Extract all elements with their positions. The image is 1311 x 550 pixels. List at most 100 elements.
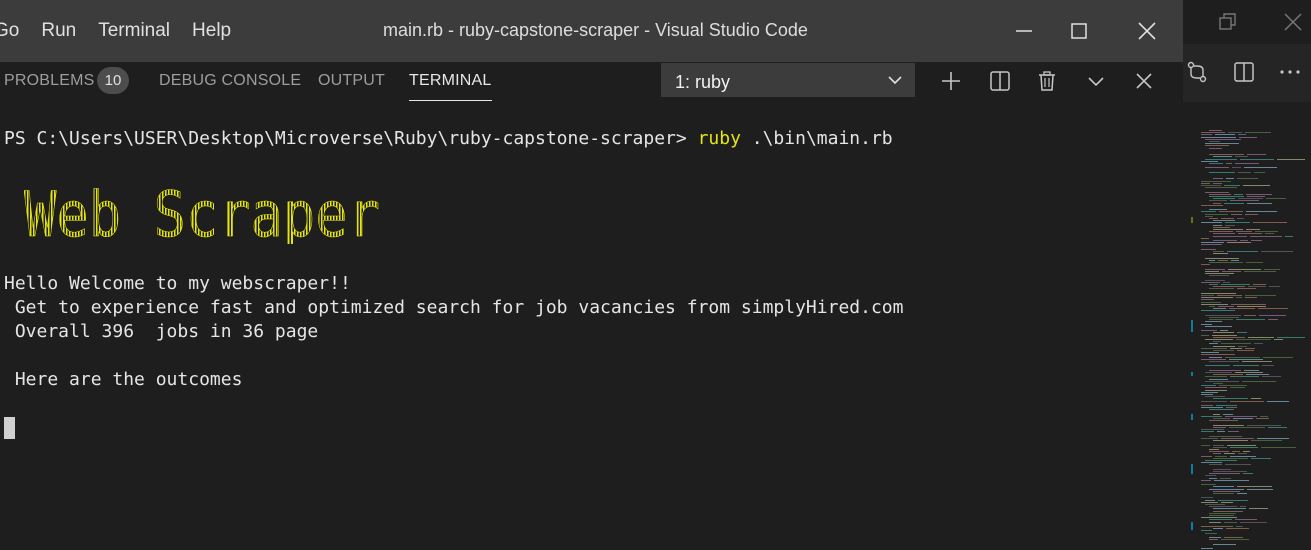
minimap-line (1229, 358, 1263, 360)
minimap-gutter-marker (1191, 372, 1193, 376)
minimap-line (1213, 251, 1224, 252)
minimize-button[interactable] (1001, 12, 1047, 50)
prompt-path: PS C:\Users\USER\Desktop\Microverse\Ruby… (4, 128, 698, 149)
minimap-line (1201, 185, 1221, 186)
minimap-line (1260, 416, 1269, 417)
minimap-line (1284, 235, 1294, 237)
minimap-line (1201, 244, 1222, 246)
minimap-line (1249, 235, 1282, 237)
minimap-line (1238, 345, 1247, 347)
minimap-line (1212, 182, 1222, 184)
window-close-button[interactable] (1124, 12, 1170, 50)
minimap-line (1205, 365, 1231, 367)
minimap-line (1220, 477, 1232, 479)
minimap-line (1276, 336, 1306, 338)
minimap-line (1231, 451, 1241, 453)
add-terminal-icon (942, 72, 960, 90)
kill-terminal-button[interactable] (1032, 66, 1062, 96)
minimap-line (1265, 233, 1274, 235)
minimap-line (1226, 178, 1234, 180)
menu-go[interactable]: Go (0, 20, 19, 44)
tab-problems[interactable]: PROBLEMS (4, 72, 95, 90)
minimap-line (1246, 424, 1281, 426)
add-terminal-button[interactable] (936, 66, 966, 96)
minimap-line (1231, 213, 1242, 215)
split-terminal-button[interactable] (985, 66, 1015, 96)
minimap-line (1213, 510, 1244, 512)
minimap-line (1262, 356, 1294, 358)
tab-debug-console[interactable]: DEBUG CONSOLE (159, 72, 301, 90)
minimap-line (1213, 240, 1238, 241)
menu-terminal[interactable]: Terminal (98, 20, 170, 44)
minimap-line (1223, 202, 1244, 204)
minimap-line (1213, 198, 1236, 200)
minimap-line (1209, 420, 1238, 422)
minimap-line (1242, 473, 1253, 475)
minimap-line (1213, 444, 1225, 446)
minimap-line (1209, 319, 1233, 321)
minimap-line (1242, 361, 1272, 362)
terminal-instance-select[interactable]: 1: ruby (661, 63, 915, 97)
editor-minimap[interactable] (1183, 102, 1311, 550)
minimap-line (1237, 233, 1263, 235)
minimap-line (1201, 182, 1210, 184)
more-actions-button[interactable] (1278, 60, 1302, 89)
minimap-line (1213, 418, 1231, 420)
minimap-line (1237, 453, 1247, 455)
compare-button[interactable] (1185, 60, 1209, 89)
minimap-line (1215, 405, 1238, 406)
minimap-line (1238, 136, 1258, 138)
minimap-line (1205, 213, 1229, 215)
minimap-line (1205, 143, 1239, 145)
minimap-line (1205, 321, 1222, 323)
minimap-line (1224, 222, 1250, 224)
minimap-line (1236, 288, 1257, 290)
minimap-line (1201, 517, 1237, 519)
minimap-line (1213, 350, 1235, 351)
tab-terminal[interactable]: TERMINAL (409, 72, 492, 101)
minimap-line (1238, 198, 1264, 200)
minimap-line (1213, 341, 1221, 343)
minimap-line (1221, 438, 1255, 439)
minimap-line (1209, 317, 1240, 318)
minimap-line (1201, 429, 1225, 431)
minimap-line (1201, 334, 1209, 336)
minimap-line (1262, 365, 1274, 367)
minimap-line (1201, 347, 1228, 349)
minimap-line (1220, 343, 1251, 345)
menu-help[interactable]: Help (192, 20, 231, 44)
minimap-line (1213, 235, 1247, 237)
minimap-line (1268, 319, 1278, 321)
terminal-output[interactable]: PS C:\Users\USER\Desktop\Microverse\Ruby… (0, 102, 1183, 550)
minimap-line (1201, 501, 1219, 503)
minimap-line (1213, 440, 1248, 442)
close-panel-button[interactable] (1129, 66, 1159, 96)
minimap-line (1240, 521, 1268, 523)
minimap-line (1214, 479, 1250, 481)
minimap-line (1224, 453, 1235, 455)
minimap-line (1201, 204, 1223, 206)
problems-count-badge: 10 (97, 67, 129, 94)
split-editor-button[interactable] (1232, 60, 1256, 89)
editor-close-button[interactable] (1283, 12, 1303, 37)
minimap-line (1213, 528, 1224, 530)
tab-output[interactable]: OUTPUT (318, 72, 385, 90)
minimap-line (1209, 515, 1235, 516)
minimap-line (1213, 336, 1246, 338)
maximize-panel-button[interactable] (1081, 66, 1111, 96)
minimap-line (1213, 468, 1231, 470)
minimap-line (1205, 270, 1219, 272)
minimap-line (1213, 543, 1237, 545)
terminal-output-line: Get to experience fast and optimized sea… (4, 297, 904, 318)
restore-button[interactable] (1218, 12, 1238, 37)
minimap-line (1209, 262, 1244, 263)
minimap-line (1248, 508, 1269, 510)
minimap-line (1247, 488, 1273, 490)
minimap-line (1227, 444, 1256, 446)
minimap-line (1244, 213, 1259, 215)
menu-run[interactable]: Run (41, 20, 76, 44)
minimap-line (1247, 196, 1266, 197)
minimap-line (1205, 191, 1229, 193)
maximize-button[interactable] (1056, 12, 1102, 50)
minimap-line (1201, 438, 1219, 439)
